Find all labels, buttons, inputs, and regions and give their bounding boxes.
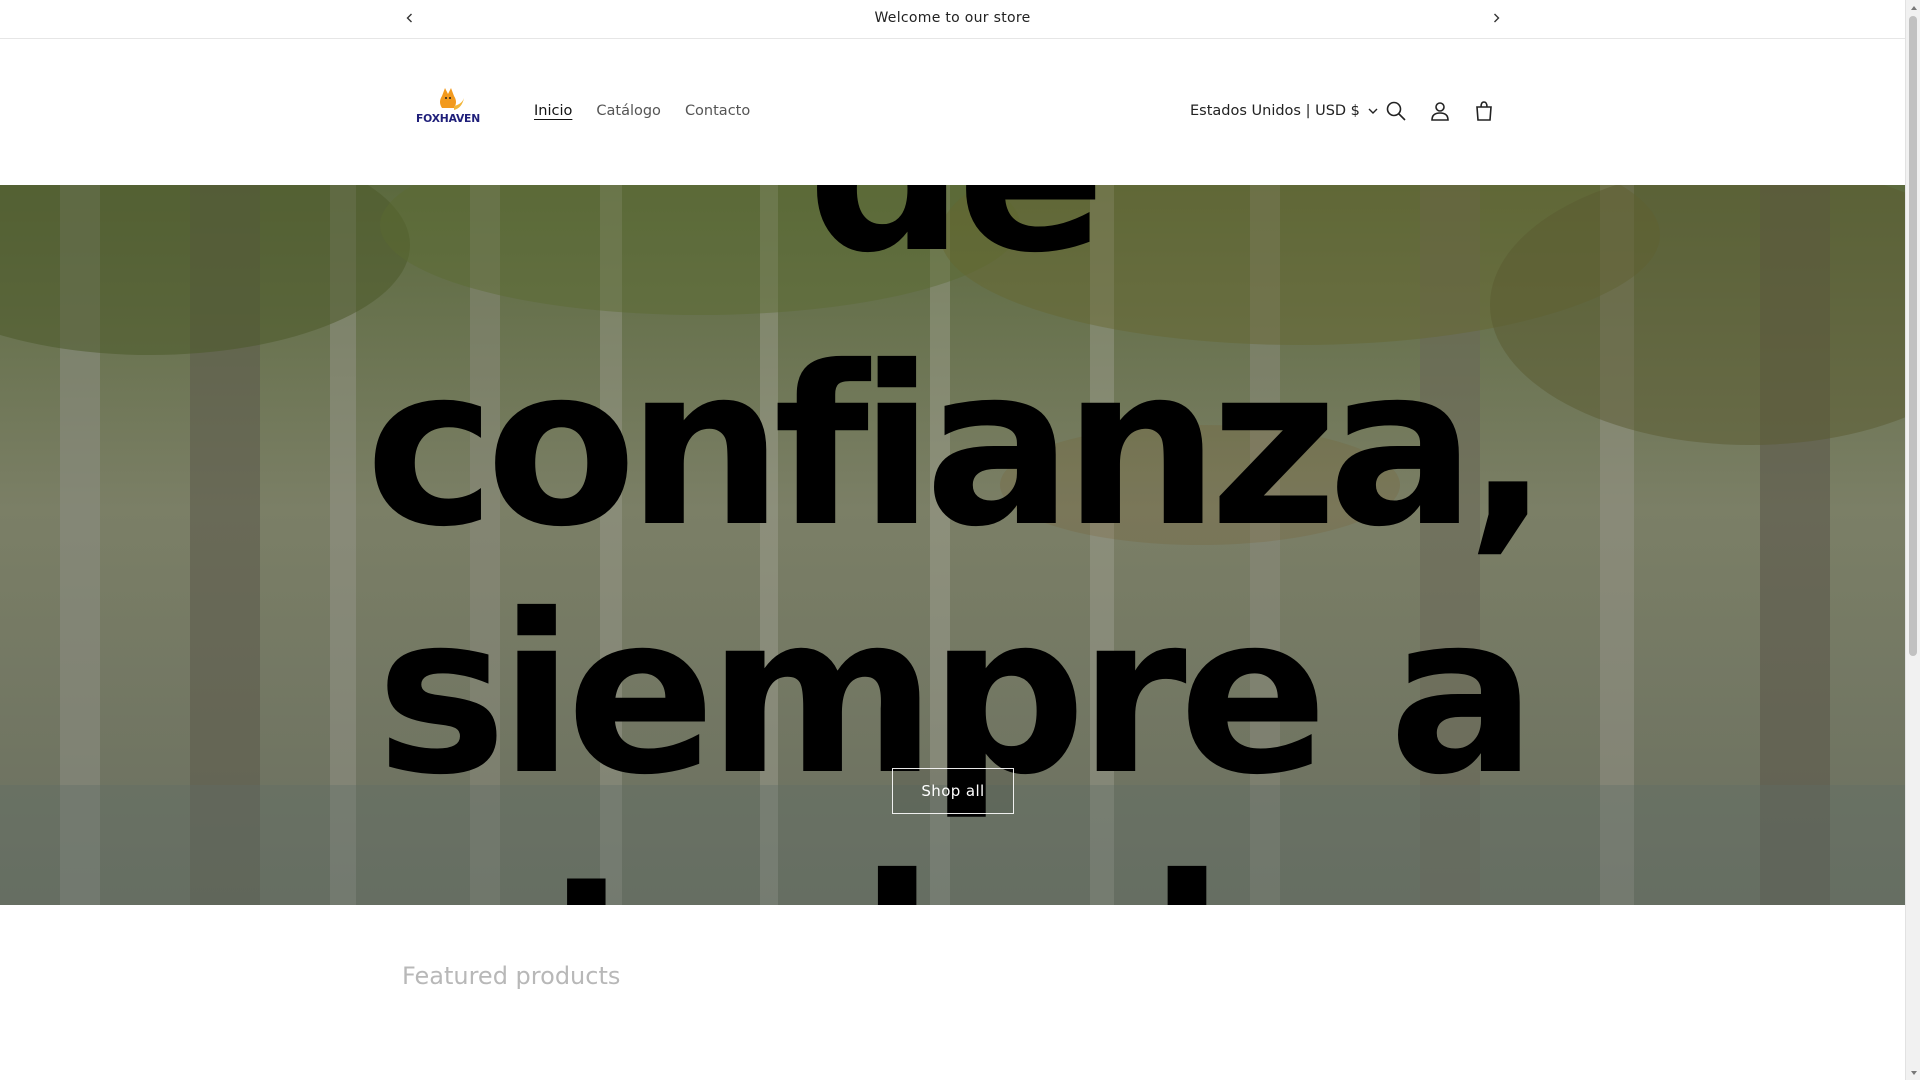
fox-logo-icon: FOXHAVEN: [416, 88, 480, 125]
triangle-up-icon: [1910, 5, 1917, 10]
search-icon: [1386, 101, 1406, 121]
cart-button[interactable]: [1469, 96, 1499, 126]
announcement-text: Welcome to our store: [874, 10, 1031, 26]
account-icon: [1431, 102, 1449, 121]
nav-item-contacto[interactable]: Contacto: [673, 99, 762, 123]
hero-heading-line-2: confianza,: [365, 319, 1549, 575]
featured-products-heading: Featured products: [402, 962, 621, 990]
chevron-down-icon: [1368, 108, 1378, 114]
country-currency-label: Estados Unidos | USD $: [1190, 103, 1360, 119]
cart-icon: [1476, 101, 1492, 121]
main-nav: Inicio Catálogo Contacto: [522, 99, 762, 123]
scroll-down-button[interactable]: [1906, 1065, 1920, 1080]
account-button[interactable]: [1425, 96, 1455, 126]
chevron-right-icon: [1494, 13, 1500, 23]
scroll-up-button[interactable]: [1906, 0, 1920, 15]
svg-text:FOXHAVEN: FOXHAVEN: [416, 113, 480, 125]
store-logo[interactable]: FOXHAVEN: [412, 84, 484, 130]
nav-item-catalogo[interactable]: Catálogo: [584, 99, 673, 123]
search-button[interactable]: [1381, 96, 1411, 126]
site-header: FOXHAVEN Inicio Catálogo Contacto Estado…: [0, 39, 1905, 185]
country-currency-selector[interactable]: Estados Unidos | USD $: [1190, 97, 1378, 125]
hero-banner: de confianza, siempre a tu lado Shop all: [0, 185, 1905, 905]
triangle-down-icon: [1910, 1070, 1917, 1075]
nav-item-inicio[interactable]: Inicio: [522, 99, 584, 123]
scrollbar-thumb[interactable]: [1909, 16, 1917, 656]
shop-all-button[interactable]: Shop all: [892, 768, 1014, 814]
hero-heading-line-1: de: [0, 185, 1905, 283]
page-scrollbar[interactable]: [1905, 0, 1920, 1080]
announcement-next-button[interactable]: [1484, 6, 1508, 30]
hero-heading-line-4: tu lado: [0, 847, 1905, 905]
announcement-bar: Welcome to our store: [0, 0, 1905, 39]
page: Welcome to our store FOXHAVEN Inicio Cat…: [0, 0, 1905, 1080]
